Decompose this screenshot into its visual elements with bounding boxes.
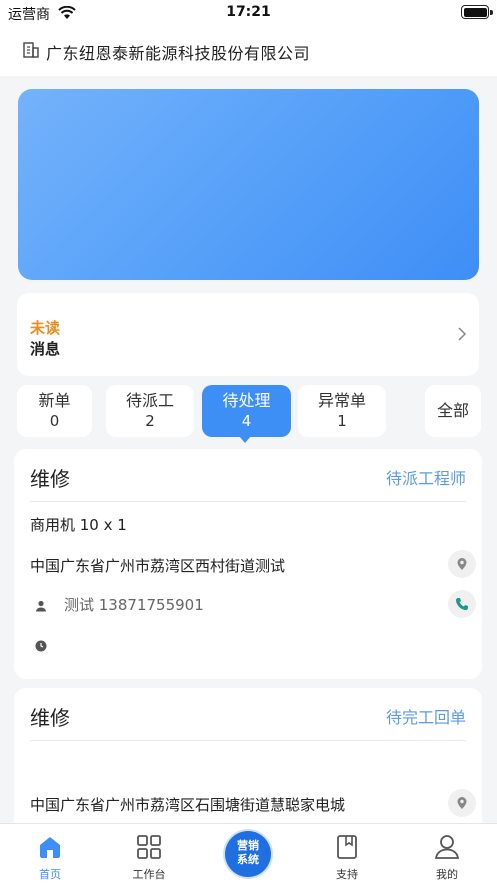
tab-label: 首页 [39, 868, 61, 881]
home-icon [37, 834, 63, 864]
active-tab-pointer [239, 436, 251, 443]
tab-count: 1 [337, 412, 347, 430]
tab-support[interactable]: 支持 [307, 824, 387, 883]
order-type: 维修 [30, 706, 70, 730]
order-status[interactable]: 待派工程师 [386, 465, 466, 489]
clock: 17:21 [226, 4, 271, 20]
tab-exception[interactable]: 异常单 1 [298, 385, 386, 437]
tab-label: 我的 [436, 868, 458, 881]
tab-label: 支持 [336, 868, 358, 881]
tab-count: 0 [49, 412, 60, 430]
promo-banner[interactable] [18, 89, 479, 280]
order-status[interactable]: 待完工回单 [386, 704, 466, 728]
tab-home[interactable]: 首页 [10, 824, 90, 883]
order-card[interactable]: 维修 待派工程师 商用机 10 x 1 中国广东省广州市荔湾区西村街道测试 测试… [14, 449, 482, 679]
building-icon [22, 41, 40, 63]
marketing-system-button[interactable]: 营销 系统 [225, 831, 271, 877]
product-info: 商用机 10 x 1 [30, 516, 127, 534]
tab-pending-dispatch[interactable]: 待派工 2 [106, 385, 194, 437]
order-type: 维修 [30, 467, 70, 491]
chevron-right-icon [457, 326, 467, 346]
company-header[interactable]: 广东纽恩泰新能源科技股份有限公司 [0, 26, 497, 76]
user-icon [434, 834, 460, 864]
tab-count: 2 [145, 412, 155, 430]
tab-count: 4 [241, 412, 252, 430]
address-text: 中国广东省广州市荔湾区石围塘街道慧聪家电城 [30, 796, 346, 814]
tab-all[interactable]: 全部 [425, 385, 481, 437]
divider [30, 740, 466, 741]
location-pin-icon [457, 558, 467, 570]
location-button[interactable] [448, 550, 476, 578]
call-button[interactable] [448, 590, 476, 618]
address-text: 中国广东省广州市荔湾区西村街道测试 [30, 557, 286, 575]
contact-info: 测试 13871755901 [64, 596, 204, 614]
tab-mine[interactable]: 我的 [407, 824, 487, 883]
order-card[interactable]: 维修 待完工回单 中国广东省广州市荔湾区石围塘街道慧聪家电城 [14, 688, 482, 828]
location-button[interactable] [448, 789, 476, 817]
message-title: 消息 [30, 340, 61, 358]
book-icon [334, 834, 360, 864]
tab-label: 待派工 [125, 391, 174, 410]
location-pin-icon [457, 797, 467, 809]
battery-icon [461, 5, 489, 19]
person-icon [35, 597, 47, 616]
message-card[interactable]: 未读 消息 [17, 293, 479, 376]
tab-workbench[interactable]: 工作台 [109, 824, 189, 883]
grid-icon [136, 834, 162, 864]
tab-label: 待处理 [222, 391, 271, 410]
status-bar: 运营商 17:21 [0, 0, 497, 26]
company-name: 广东纽恩泰新能源科技股份有限公司 [46, 44, 311, 63]
tab-label: 新单 [38, 391, 71, 410]
clock-icon [35, 637, 47, 656]
tab-label: 异常单 [317, 391, 366, 410]
unread-label: 未读 [30, 319, 61, 337]
marketing-label: 营销 系统 [237, 839, 259, 866]
phone-icon [456, 598, 468, 610]
divider [30, 501, 466, 502]
battery-cap [490, 10, 493, 15]
tab-label: 工作台 [132, 868, 166, 881]
bottom-tab-bar: 首页 工作台 营销 系统 支持 我的 [0, 823, 497, 883]
tab-new-orders[interactable]: 新单 0 [17, 385, 92, 437]
tab-pending-process[interactable]: 待处理 4 [202, 385, 291, 437]
